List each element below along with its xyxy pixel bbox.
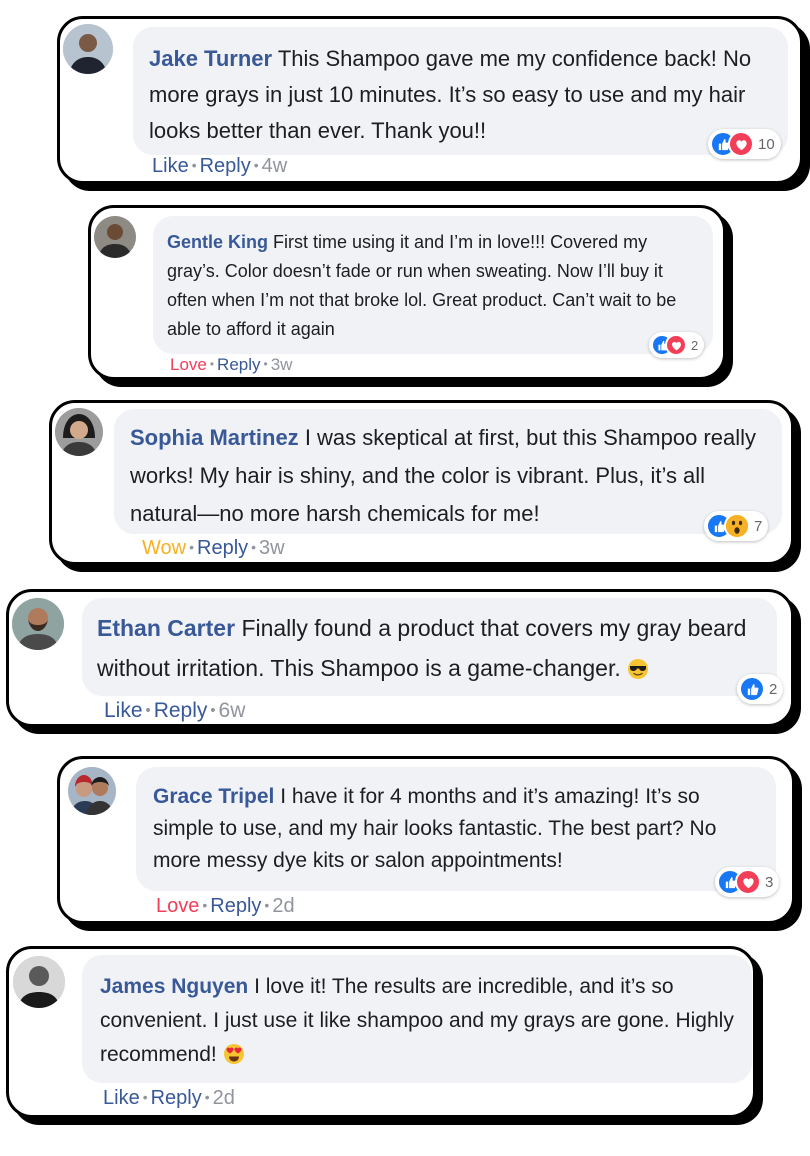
comment-actions: Love • Reply • 3w bbox=[170, 355, 293, 374]
comment-bubble: Sophia Martinez I was skeptical at first… bbox=[114, 409, 782, 534]
reply-action[interactable]: Reply bbox=[154, 699, 208, 722]
comment-actions: Like • Reply • 2d bbox=[103, 1087, 235, 1109]
reply-action[interactable]: Reply bbox=[217, 355, 260, 374]
avatar[interactable] bbox=[63, 24, 113, 74]
reaction-count: 7 bbox=[754, 517, 763, 535]
comment-card: James Nguyen I love it! The results are … bbox=[6, 946, 756, 1118]
like-action[interactable]: Like bbox=[104, 699, 143, 722]
sunglasses-emoji bbox=[627, 652, 649, 679]
comment-actions: Like • Reply • 6w bbox=[104, 699, 246, 722]
comment-card: Ethan Carter Finally found a product tha… bbox=[6, 589, 794, 727]
reply-action[interactable]: Reply bbox=[197, 537, 248, 559]
timestamp[interactable]: 2d bbox=[272, 895, 294, 917]
timestamp[interactable]: 3w bbox=[271, 355, 293, 374]
wow-icon bbox=[724, 513, 750, 539]
commenter-name[interactable]: Grace Tripel bbox=[153, 785, 274, 808]
love-icon bbox=[665, 334, 687, 356]
reaction-summary[interactable]: 2 bbox=[649, 332, 705, 358]
reply-action[interactable]: Reply bbox=[200, 155, 251, 177]
reaction-summary[interactable]: 2 bbox=[737, 674, 784, 704]
heart-eyes-emoji bbox=[223, 1042, 245, 1064]
reaction-count: 3 bbox=[765, 873, 774, 891]
avatar[interactable] bbox=[55, 408, 103, 456]
reaction-count: 2 bbox=[691, 337, 699, 353]
comment-actions: Love • Reply • 2d bbox=[156, 895, 295, 917]
commenter-name[interactable]: Gentle King bbox=[167, 232, 268, 252]
wow-action[interactable]: Wow bbox=[142, 537, 186, 559]
comment-card: Grace Tripel I have it for 4 months and … bbox=[57, 756, 795, 924]
avatar[interactable] bbox=[13, 956, 65, 1008]
comment-card: Jake Turner This Shampoo gave me my conf… bbox=[57, 16, 803, 184]
reaction-count: 2 bbox=[769, 680, 778, 698]
reaction-summary[interactable]: 10 bbox=[708, 129, 781, 159]
comment-actions: Like • Reply • 4w bbox=[152, 155, 288, 177]
avatar[interactable] bbox=[68, 767, 116, 815]
comment-bubble: Ethan Carter Finally found a product tha… bbox=[82, 598, 777, 696]
reaction-summary[interactable]: 7 bbox=[704, 511, 769, 541]
timestamp[interactable]: 4w bbox=[262, 155, 288, 177]
avatar[interactable] bbox=[12, 598, 64, 650]
like-action[interactable]: Like bbox=[103, 1087, 140, 1109]
commenter-name[interactable]: Ethan Carter bbox=[97, 615, 235, 641]
love-icon bbox=[728, 131, 754, 157]
comment-bubble: James Nguyen I love it! The results are … bbox=[82, 955, 752, 1083]
timestamp[interactable]: 3w bbox=[259, 537, 285, 559]
like-icon bbox=[739, 676, 765, 702]
commenter-name[interactable]: James Nguyen bbox=[100, 975, 248, 998]
comment-bubble: Gentle King First time using it and I’m … bbox=[153, 216, 713, 354]
timestamp[interactable]: 6w bbox=[219, 699, 246, 722]
avatar[interactable] bbox=[94, 216, 136, 258]
comment-card: Gentle King First time using it and I’m … bbox=[88, 205, 726, 380]
reaction-summary[interactable]: 3 bbox=[715, 867, 780, 897]
love-action[interactable]: Love bbox=[170, 355, 207, 374]
comment-actions: Wow • Reply • 3w bbox=[142, 537, 285, 559]
like-action[interactable]: Like bbox=[152, 155, 189, 177]
timestamp[interactable]: 2d bbox=[213, 1087, 235, 1109]
comment-card: Sophia Martinez I was skeptical at first… bbox=[49, 400, 794, 565]
commenter-name[interactable]: Sophia Martinez bbox=[130, 425, 299, 450]
love-action[interactable]: Love bbox=[156, 895, 199, 917]
reply-action[interactable]: Reply bbox=[210, 895, 261, 917]
reply-action[interactable]: Reply bbox=[151, 1087, 202, 1109]
comment-bubble: Jake Turner This Shampoo gave me my conf… bbox=[133, 27, 788, 155]
reaction-count: 10 bbox=[758, 135, 775, 153]
love-icon bbox=[735, 869, 761, 895]
commenter-name[interactable]: Jake Turner bbox=[149, 46, 272, 71]
comment-bubble: Grace Tripel I have it for 4 months and … bbox=[136, 767, 776, 891]
